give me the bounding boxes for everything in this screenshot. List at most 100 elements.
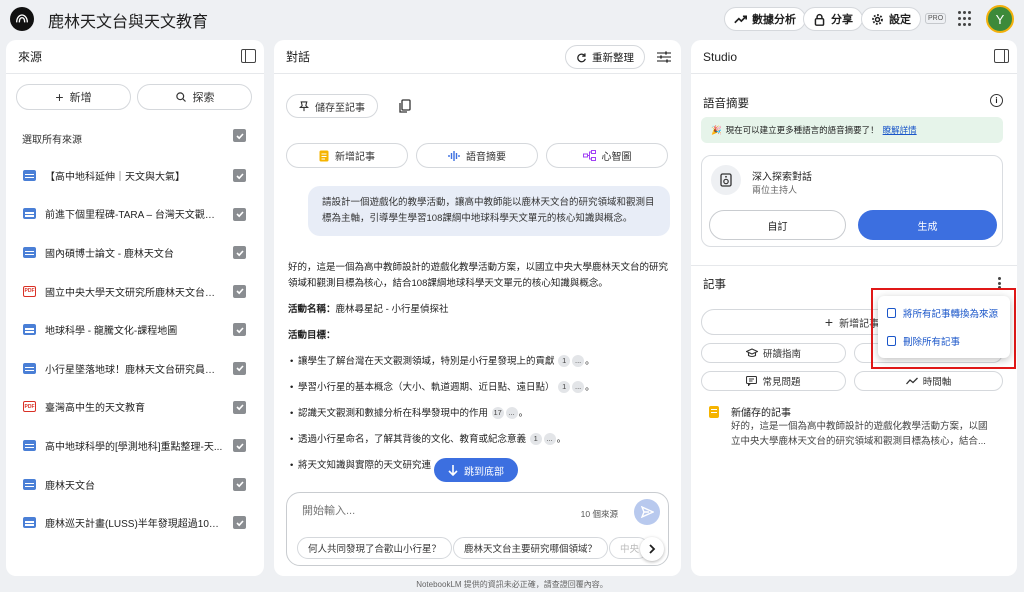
section-divider xyxy=(691,265,1017,266)
note-icon xyxy=(319,150,329,161)
faq-button[interactable]: 常見問題 xyxy=(701,371,846,391)
source-checkbox[interactable] xyxy=(233,207,246,221)
goal-bullet: 讓學生了解台灣在天文觀測領域，特別是小行星發現上的貢獻 1...。 xyxy=(288,354,668,370)
notebook-title[interactable]: 鹿林天文台與天文教育 xyxy=(48,8,208,32)
more-citations-chip[interactable]: ... xyxy=(572,355,585,368)
source-item[interactable]: 地球科學 - 龍騰文化-課程地圖 xyxy=(6,310,264,349)
study-guide-button[interactable]: 研讀指南 xyxy=(701,343,846,363)
add-source-button[interactable]: + 新增 xyxy=(16,84,131,110)
checkmark-icon xyxy=(235,211,244,218)
goals-heading: 活動目標： xyxy=(288,328,668,344)
refresh-button[interactable]: 重新整理 xyxy=(565,45,645,69)
more-citations-chip[interactable]: ... xyxy=(505,407,518,420)
language-banner: 🎉 現在可以建立更多種語言的語音摘要了！ 瞭解詳情 xyxy=(701,117,1003,143)
collapse-panel-icon[interactable] xyxy=(994,49,1009,63)
chat-action-row: 新增記事 語音摘要 心智圖 xyxy=(286,143,668,168)
analytics-button[interactable]: 數據分析 xyxy=(724,7,806,31)
source-checkbox[interactable] xyxy=(233,361,246,375)
explore-button[interactable]: 探索 xyxy=(137,84,252,110)
study-guide-label: 研讀指南 xyxy=(762,349,801,360)
audio-overview-action-button[interactable]: 語音摘要 xyxy=(416,143,538,168)
citation-chip[interactable]: 1 xyxy=(529,433,542,446)
source-checkbox[interactable] xyxy=(233,477,246,491)
source-checkbox[interactable] xyxy=(233,400,246,414)
generate-button[interactable]: 生成 xyxy=(858,210,997,240)
tune-icon[interactable] xyxy=(657,51,671,63)
chat-title: 對話 xyxy=(286,50,311,64)
user-message: 請設計一個遊戲化的教學活動，讓高中教師能以鹿林天文台的研究領域和觀測目標為主軸，… xyxy=(308,186,670,236)
next-suggestions-button[interactable] xyxy=(640,537,664,561)
source-item[interactable]: 小行星墜落地球！鹿林天文台研究員拍... xyxy=(6,349,264,388)
share-button[interactable]: 分享 xyxy=(803,7,863,31)
settings-label: 設定 xyxy=(889,14,911,26)
timeline-button[interactable]: 時間軸 xyxy=(854,371,1003,391)
document-icon xyxy=(23,439,36,451)
party-icon: 🎉 xyxy=(711,124,722,135)
search-sparkle-icon xyxy=(175,92,186,102)
checkmark-icon xyxy=(235,443,244,450)
trending-up-icon xyxy=(734,14,747,23)
learn-more-link[interactable]: 瞭解詳情 xyxy=(883,124,917,136)
avatar[interactable]: Y xyxy=(986,5,1014,33)
citation-chip[interactable]: 1 xyxy=(558,355,571,368)
suggestion-chip[interactable]: 鹿林天文台主要研究哪個領域？ xyxy=(453,537,609,559)
copy-icon[interactable] xyxy=(399,99,411,113)
studio-title: Studio xyxy=(703,49,738,64)
more-citations-chip[interactable]: ... xyxy=(543,433,556,446)
more-citations-chip[interactable]: ... xyxy=(572,381,585,394)
source-item[interactable]: 國內碩博士論文 - 鹿林天文台 xyxy=(6,233,264,272)
select-all-checkbox[interactable] xyxy=(233,129,246,142)
answer-intro: 好的，這是一個為高中教師設計的遊戲化教學活動方案，以國立中央大學鹿林天文台的研究… xyxy=(288,262,669,289)
audio-wave-icon xyxy=(448,150,460,161)
citation-chip[interactable]: 17 xyxy=(491,407,504,420)
checkmark-icon xyxy=(235,520,244,527)
source-item[interactable]: 前進下個里程碑-TARA – 台灣天文觀測... xyxy=(6,195,264,234)
goal-text: 將天文知識與實際的天文研究連 xyxy=(298,460,432,471)
top-bar: 鹿林天文台與天文教育 數據分析 分享 設定 PRO Y xyxy=(0,0,1024,38)
checkmark-icon xyxy=(235,365,244,372)
apps-grid-icon[interactable] xyxy=(958,11,974,27)
source-checkbox[interactable] xyxy=(233,246,246,260)
source-checkbox[interactable] xyxy=(233,439,246,453)
source-checkbox[interactable] xyxy=(233,323,246,337)
source-item[interactable]: PDF 臺灣高中生的天文教育 xyxy=(6,388,264,427)
info-icon[interactable]: i xyxy=(990,94,1003,107)
delete-all-notes-label: 刪除所有記事 xyxy=(903,337,961,348)
goal-text: 認識天文觀測和數據分析在科學發現中的作用 xyxy=(298,408,489,419)
source-name: 地球科學 - 龍騰文化-課程地圖 xyxy=(45,326,178,338)
add-note-action-button[interactable]: 新增記事 xyxy=(286,143,408,168)
refresh-label: 重新整理 xyxy=(592,51,634,64)
source-item[interactable]: PDF 國立中央大學天文研究所鹿林天文台年... xyxy=(6,272,264,311)
send-icon xyxy=(640,506,654,518)
chat-input[interactable]: 開始輸入... xyxy=(302,502,355,518)
suggestion-chip[interactable]: 何人共同發現了合歡山小行星？ xyxy=(297,537,453,559)
mind-map-action-label: 心智圖 xyxy=(601,152,632,163)
delete-all-notes-item[interactable]: 刪除所有記事 xyxy=(878,327,1010,355)
add-note-action-label: 新增記事 xyxy=(335,152,375,163)
goals-label: 活動目標： xyxy=(288,330,336,341)
source-checkbox[interactable] xyxy=(233,284,246,298)
plus-icon: + xyxy=(55,89,64,105)
activity-name-line: 活動名稱：鹿林尋星記 - 小行星偵探社 xyxy=(288,302,668,318)
sources-panel: 來源 + 新增 探索 選取所有來源 【高中地科延伸｜天文與大氣】 前進下個里程碑-… xyxy=(6,40,264,576)
source-item[interactable]: 鹿林天文台 xyxy=(6,465,264,504)
source-checkbox[interactable] xyxy=(233,516,246,530)
activity-name: 鹿林尋星記 - 小行星偵探社 xyxy=(335,304,449,315)
checkmark-icon xyxy=(235,250,244,257)
send-button[interactable] xyxy=(634,499,660,525)
chat-header: 對話 重新整理 xyxy=(274,40,681,74)
source-item[interactable]: 【高中地科延伸｜天文與大氣】 xyxy=(6,156,264,195)
source-item[interactable]: 高中地球科學的[學測地科]重點整理-天... xyxy=(6,426,264,465)
mind-map-action-button[interactable]: 心智圖 xyxy=(546,143,668,168)
save-to-note-button[interactable]: 儲存至記事 xyxy=(286,94,378,118)
collapse-panel-icon[interactable] xyxy=(241,49,256,63)
notebooklm-logo-icon[interactable] xyxy=(10,7,34,31)
customize-button[interactable]: 自訂 xyxy=(709,210,846,240)
settings-button[interactable]: 設定 xyxy=(861,7,921,31)
source-checkbox[interactable] xyxy=(233,169,246,182)
convert-notes-to-source-item[interactable]: 將所有記事轉換為來源 xyxy=(878,299,1010,327)
citation-chip[interactable]: 1 xyxy=(558,381,571,394)
jump-to-bottom-button[interactable]: 跳到底部 xyxy=(434,458,518,482)
checkmark-icon xyxy=(235,481,244,488)
source-item[interactable]: 鹿林巡天計畫(LUSS)半年發現超過101顆... xyxy=(6,503,264,542)
